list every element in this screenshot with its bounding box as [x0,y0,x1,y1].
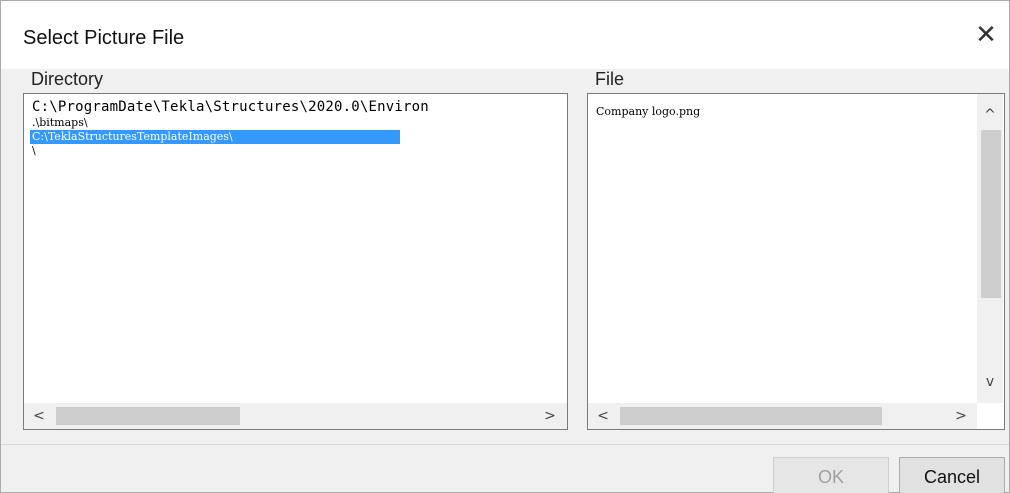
directory-item-selected[interactable]: C:\TeklaStructuresTemplateImages\ [30,130,400,144]
scroll-left-icon[interactable]: < [26,403,52,429]
scroll-thumb[interactable] [620,407,882,425]
file-horizontal-scrollbar[interactable]: < > [588,403,977,429]
divider [1,444,1009,445]
scroll-left-icon[interactable]: < [590,403,616,429]
select-picture-file-dialog: Select Picture File ✕ Directory C:\Progr… [0,0,1010,493]
scroll-down-icon[interactable]: v [977,369,1003,395]
directory-item[interactable]: .\bitmaps\ [30,116,567,130]
scroll-thumb[interactable] [56,407,240,425]
directory-item[interactable]: C:\ProgramDate\Tekla\Structures\2020.0\E… [30,98,567,116]
scroll-thumb[interactable] [981,130,1001,298]
file-vertical-scrollbar[interactable]: ^ v [977,94,1003,403]
scroll-right-icon[interactable]: > [537,403,563,429]
directory-horizontal-scrollbar[interactable]: < > [24,403,567,429]
scroll-right-icon[interactable]: > [948,403,974,429]
title-bar: Select Picture File ✕ [1,1,1009,69]
file-list: Company logo.png [594,104,1004,120]
scroll-up-icon[interactable]: ^ [977,102,1003,128]
directory-item[interactable]: \ [30,144,567,158]
file-listbox[interactable]: Company logo.png ^ v < > [587,93,1005,430]
directory-label: Directory [31,69,104,89]
directory-list: C:\ProgramDate\Tekla\Structures\2020.0\E… [30,98,567,158]
close-icon: ✕ [975,18,997,49]
file-item[interactable]: Company logo.png [594,104,1004,120]
ok-button[interactable]: OK [773,457,889,493]
close-button[interactable]: ✕ [967,15,1005,53]
file-label: File [595,69,625,89]
cancel-button[interactable]: Cancel [899,457,1005,493]
dialog-title: Select Picture File [23,27,185,49]
directory-listbox[interactable]: C:\ProgramDate\Tekla\Structures\2020.0\E… [23,93,568,430]
